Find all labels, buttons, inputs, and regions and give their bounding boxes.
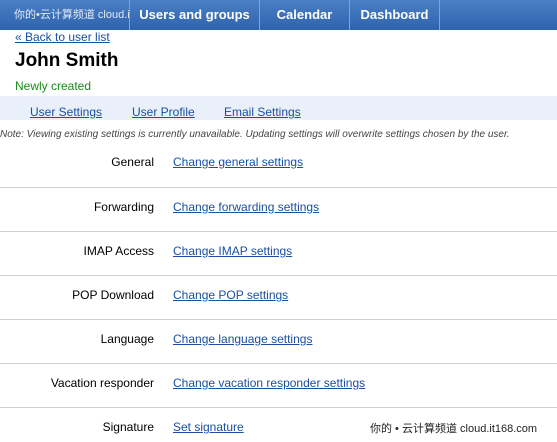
change-pop-settings-link[interactable]: Change POP settings — [173, 288, 288, 302]
settings-label: Signature — [102, 420, 154, 434]
settings-label: Language — [100, 332, 154, 346]
back-to-user-list-link[interactable]: « Back to user list — [15, 30, 110, 44]
user-name-title: John Smith — [15, 50, 119, 71]
settings-label: IMAP Access — [83, 244, 154, 258]
settings-row-forwarding: Forwarding Change forwarding settings — [0, 187, 557, 231]
set-signature-link[interactable]: Set signature — [173, 420, 244, 434]
settings-row-pop: POP Download Change POP settings — [0, 275, 557, 319]
change-vacation-responder-settings-link[interactable]: Change vacation responder settings — [173, 376, 365, 390]
change-general-settings-link[interactable]: Change general settings — [173, 155, 303, 169]
nav-tab-calendar[interactable]: Calendar — [260, 0, 350, 30]
settings-row-general: General Change general settings — [0, 143, 557, 187]
settings-label: POP Download — [72, 288, 154, 302]
settings-row-vacation: Vacation responder Change vacation respo… — [0, 363, 557, 407]
nav-tab-users-and-groups[interactable]: Users and groups — [130, 0, 260, 30]
subtab-email-settings[interactable]: Email Settings — [224, 105, 301, 119]
change-imap-settings-link[interactable]: Change IMAP settings — [173, 244, 292, 258]
settings-label: General — [111, 155, 154, 169]
change-language-settings-link[interactable]: Change language settings — [173, 332, 312, 346]
change-forwarding-settings-link[interactable]: Change forwarding settings — [173, 200, 319, 214]
nav-tab-dashboard[interactable]: Dashboard — [350, 0, 440, 30]
nav-tab-0[interactable]: 你的•云计算频道 cloud.it168.com — [0, 0, 130, 30]
subtab-bar: User Settings User Profile Email Setting… — [0, 96, 557, 120]
watermark-text: 你的•云计算频道 cloud.it168.com — [14, 9, 130, 21]
user-status: Newly created — [15, 79, 92, 93]
footer-watermark: 你的 • 云计算频道 cloud.it168.com — [370, 423, 538, 435]
settings-label: Forwarding — [93, 200, 154, 214]
top-navigation: 你的•云计算频道 cloud.it168.com Users and group… — [0, 0, 557, 30]
settings-row-language: Language Change language settings — [0, 319, 557, 363]
subtab-user-profile[interactable]: User Profile — [132, 105, 195, 119]
settings-note: Note: Viewing existing settings is curre… — [0, 129, 510, 140]
settings-row-imap: IMAP Access Change IMAP settings — [0, 231, 557, 275]
settings-label: Vacation responder — [50, 376, 154, 390]
subtab-user-settings[interactable]: User Settings — [30, 105, 102, 119]
nav-tab-extra[interactable] — [440, 0, 557, 30]
